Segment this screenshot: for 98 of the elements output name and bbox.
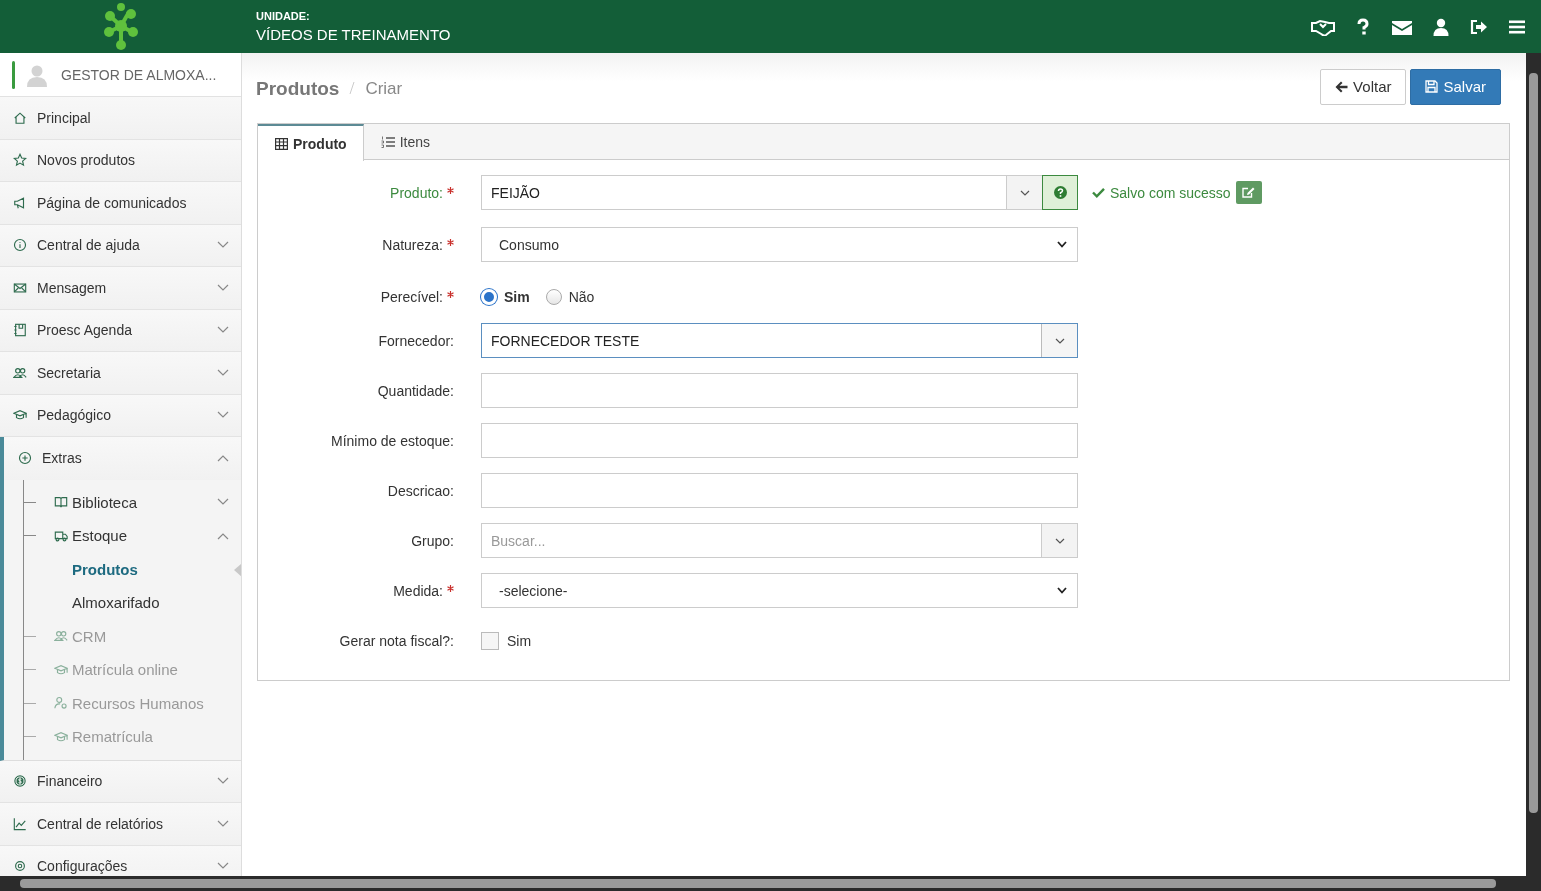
asterisk-icon <box>447 584 454 592</box>
graduation-cap-icon <box>54 729 68 744</box>
line-chart-icon <box>13 816 27 831</box>
chevron-down-icon <box>217 241 229 250</box>
field-label: Natureza: <box>258 236 454 253</box>
combobox-field[interactable]: FEIJÃO <box>481 175 1042 210</box>
handshake-icon[interactable] <box>1311 17 1335 36</box>
submenu-item[interactable]: Biblioteca <box>24 485 241 519</box>
graduation-cap-icon <box>54 662 68 677</box>
select-field[interactable]: -selecione- <box>481 573 1078 608</box>
asterisk-icon <box>447 290 454 298</box>
edit-icon <box>1242 187 1256 198</box>
user-icon[interactable] <box>1432 17 1450 36</box>
field-label: Mínimo de estoque: <box>330 432 454 449</box>
chevron-down-icon <box>217 777 229 786</box>
text-input[interactable] <box>481 423 1078 458</box>
field-label: Grupo: <box>410 532 454 549</box>
user-card[interactable]: GESTOR DE ALMOXA... <box>0 53 241 97</box>
chevron-up-icon <box>217 531 229 540</box>
breadcrumb-item: Criar <box>365 79 403 99</box>
plus-circle-icon <box>18 451 32 466</box>
sidebar-item[interactable]: Financeiro <box>0 760 241 803</box>
sidebar-item[interactable]: Secretaria <box>0 352 241 395</box>
select-field[interactable]: Consumo <box>481 227 1078 262</box>
vertical-scrollbar[interactable] <box>1526 53 1541 876</box>
chevron-down-icon <box>217 819 229 828</box>
sidebar-item[interactable]: Central de ajuda <box>0 224 241 267</box>
tab[interactable]: Itens <box>363 124 446 159</box>
sidebar-item[interactable]: Central de relatórios <box>0 803 241 846</box>
checkbox-label[interactable]: Sim <box>507 632 532 649</box>
sidebar-item[interactable]: Configurações <box>0 845 241 876</box>
edit-button[interactable] <box>1235 181 1262 204</box>
chevron-down-icon <box>217 368 229 377</box>
tab[interactable]: Produto <box>258 124 364 161</box>
star-icon <box>13 153 27 168</box>
horizontal-scrollbar[interactable] <box>0 876 1541 891</box>
unit-label: UNIDADE: <box>256 10 311 22</box>
field-label: Produto: <box>258 184 454 201</box>
dollar-circle-icon <box>13 774 27 789</box>
sidebar-item[interactable]: Página de comunicados <box>0 182 241 225</box>
info-icon <box>13 238 27 253</box>
help-button[interactable] <box>1042 175 1078 210</box>
megaphone-icon <box>13 195 27 210</box>
back-button[interactable]: Voltar <box>1320 68 1407 105</box>
chevron-up-icon <box>217 454 229 463</box>
sidebar-item[interactable]: Mensagem <box>0 267 241 310</box>
sidebar-item[interactable]: Pedagógico <box>0 394 241 437</box>
asterisk-icon <box>447 238 454 246</box>
submenu-item[interactable]: Almoxarifado <box>24 586 241 620</box>
chevron-down-icon <box>1054 337 1065 344</box>
save-button[interactable]: Salvar <box>1410 68 1501 105</box>
chevron-down-icon <box>217 862 229 871</box>
submenu-item[interactable]: Estoque <box>24 519 241 553</box>
truck-icon <box>54 528 68 543</box>
chevron-down-icon <box>1019 189 1030 196</box>
sidebar-item[interactable]: Proesc Agenda <box>0 309 241 352</box>
sidebar-item[interactable]: Novos produtos <box>0 139 241 182</box>
field-label: Medida: <box>258 582 454 599</box>
gear-icon <box>13 859 27 874</box>
chevron-down-icon <box>1057 587 1067 594</box>
user-name: GESTOR DE ALMOXA... <box>61 66 217 83</box>
field-label: Descricao: <box>386 482 454 499</box>
combobox-field[interactable]: FORNECEDOR TESTE <box>481 323 1078 358</box>
notebook-icon <box>13 323 27 338</box>
page-title: Produtos <box>256 78 340 100</box>
envelope-icon <box>13 280 27 295</box>
chevron-down-icon <box>1057 241 1067 248</box>
chevron-down-icon <box>217 498 229 507</box>
submenu-item[interactable]: Produtos <box>24 552 241 586</box>
field-label: Fornecedor: <box>377 332 454 349</box>
field-label: Perecível: <box>258 288 454 305</box>
field-label: Gerar nota fiscal?: <box>338 632 454 649</box>
person-gear-icon <box>54 696 68 711</box>
arrow-left-icon <box>1335 80 1349 93</box>
question-circle-icon <box>1053 186 1067 199</box>
chevron-down-icon <box>1054 537 1065 544</box>
table-icon <box>275 137 288 150</box>
chevron-down-icon <box>217 411 229 420</box>
success-message: Salvo com sucesso <box>1110 184 1231 201</box>
people-icon <box>54 629 68 644</box>
radio-option[interactable]: Sim <box>481 288 530 305</box>
people-icon <box>13 365 27 380</box>
chevron-down-icon <box>217 283 229 292</box>
numbered-list-icon <box>380 135 395 148</box>
text-input[interactable] <box>481 373 1078 408</box>
home-icon <box>13 110 27 125</box>
unit-name: VÍDEOS DE TREINAMENTO <box>256 26 452 43</box>
checkmark-icon <box>1092 187 1105 198</box>
checkbox[interactable] <box>481 631 499 650</box>
field-label: Quantidade: <box>376 382 454 399</box>
slash-icon <box>349 80 356 95</box>
sidebar-item[interactable]: Principal <box>0 97 241 140</box>
book-icon <box>54 495 68 510</box>
text-input[interactable] <box>481 473 1078 508</box>
radio-option[interactable]: Não <box>545 288 595 305</box>
asterisk-icon <box>447 186 454 194</box>
sign-out-icon[interactable] <box>1469 17 1489 36</box>
chevron-down-icon <box>217 326 229 335</box>
